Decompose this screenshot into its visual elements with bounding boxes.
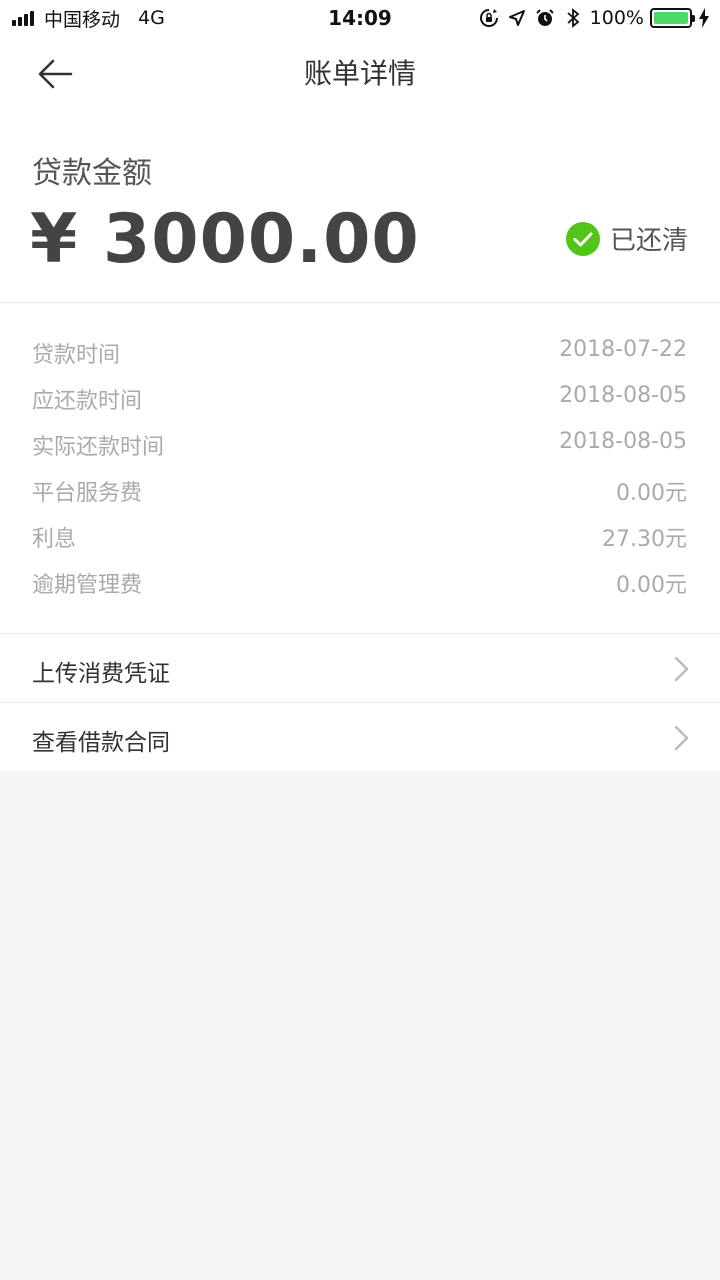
action-label: 上传消费凭证 — [32, 661, 170, 687]
repayment-status: 已还清 — [565, 220, 688, 257]
status-bar-right: 100% — [478, 5, 710, 31]
alarm-icon — [534, 7, 556, 29]
bluetooth-icon — [562, 7, 584, 29]
bill-details: 贷款时间 2018-07-22 应还款时间 2018-08-05 实际还款时间 … — [0, 303, 720, 633]
chevron-right-icon — [674, 656, 689, 682]
detail-row-interest: 利息 27.30元 — [0, 513, 720, 559]
amount-card: 贷款金额 ¥ 3000.00 已还清 — [0, 112, 720, 303]
detail-label: 实际还款时间 — [32, 435, 165, 460]
detail-value: 0.00元 — [616, 481, 687, 506]
detail-label: 应还款时间 — [32, 389, 143, 414]
detail-label: 利息 — [32, 527, 77, 552]
page-title: 账单详情 — [303, 57, 416, 90]
action-label: 查看借款合同 — [32, 730, 170, 756]
detail-value: 2018-07-22 — [559, 337, 687, 362]
detail-value: 2018-08-05 — [559, 429, 687, 454]
check-circle-icon — [565, 221, 600, 256]
detail-row-loan-date: 贷款时间 2018-07-22 — [0, 329, 720, 375]
amount-label: 贷款金额 — [32, 156, 152, 191]
upload-receipt-button[interactable]: 上传消费凭证 — [0, 633, 720, 702]
status-bar: 中国移动 4G 14:09 100% — [0, 0, 720, 36]
detail-row-due-date: 应还款时间 2018-08-05 — [0, 375, 720, 421]
status-badge: 已还清 — [609, 226, 688, 256]
nav-bar: 账单详情 — [0, 36, 720, 112]
orientation-lock-icon — [478, 7, 500, 29]
charging-bolt-icon — [698, 7, 710, 29]
detail-value: 2018-08-05 — [559, 383, 687, 408]
detail-label: 逾期管理费 — [32, 573, 143, 598]
chevron-right-icon — [674, 725, 689, 751]
detail-row-overdue-fee: 逾期管理费 0.00元 — [0, 559, 720, 605]
detail-label: 贷款时间 — [32, 343, 121, 368]
amount-value: ¥ 3000.00 — [30, 200, 420, 279]
battery-percent: 100% — [589, 7, 644, 29]
detail-row-service-fee: 平台服务费 0.00元 — [0, 467, 720, 513]
view-loan-contract-button[interactable]: 查看借款合同 — [0, 702, 720, 771]
location-arrow-icon — [506, 7, 528, 29]
detail-value: 0.00元 — [616, 573, 687, 598]
detail-value: 27.30元 — [602, 527, 687, 552]
battery-icon — [650, 8, 695, 28]
detail-row-actual-repay-date: 实际还款时间 2018-08-05 — [0, 421, 720, 467]
bill-detail-screen: 中国移动 4G 14:09 100% 账单详情 贷款金额 ¥ 3000.00 已… — [0, 0, 720, 1280]
detail-label: 平台服务费 — [32, 481, 143, 506]
